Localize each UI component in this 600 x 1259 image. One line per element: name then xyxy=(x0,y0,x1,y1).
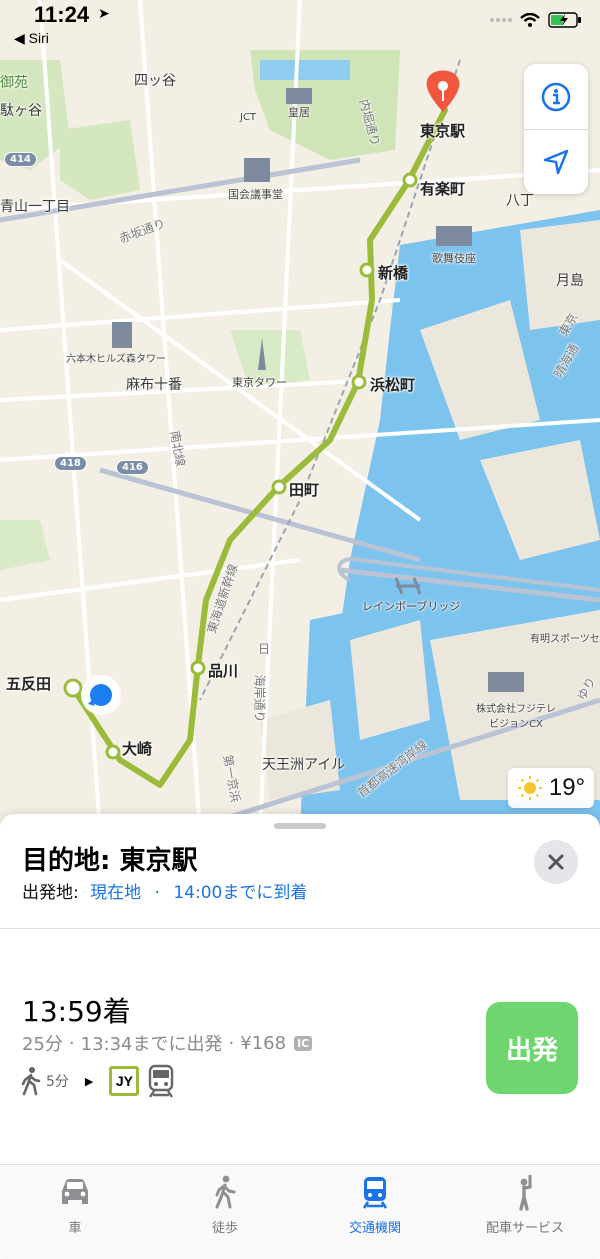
ic-card-badge: IC xyxy=(294,1035,313,1051)
place-label-imperial-palace: 皇居 xyxy=(288,106,310,119)
origin-value-link[interactable]: 現在地 xyxy=(90,883,141,903)
weather-temperature: 19° xyxy=(548,774,586,801)
destination-pin xyxy=(426,70,460,112)
walk-duration: 5分 xyxy=(46,1074,69,1090)
route-meta: 25分 · 13:34までに出発 · ¥168 IC xyxy=(22,1030,313,1056)
weather-badge: 19° xyxy=(508,768,594,808)
route-shield-418: 418 xyxy=(54,456,87,471)
status-bar: 11:24 ➤ ◀ Siri xyxy=(0,0,600,50)
route-depart: 13:34までに出発 xyxy=(80,1034,223,1055)
go-button[interactable]: 出発 xyxy=(486,1002,578,1094)
separator-dot: · xyxy=(228,1032,235,1054)
line-badge-jy: JY xyxy=(109,1066,140,1096)
tab-ride-icon-wrap xyxy=(450,1175,600,1211)
place-label-sendagaya: 駄ヶ谷 xyxy=(0,103,42,119)
tab-walk-label: 徒歩 xyxy=(211,1221,238,1236)
place-label-fuji-text: 株式会社フジテレ ビジョンCX xyxy=(476,704,556,730)
wifi-icon xyxy=(520,13,540,27)
destination-title: 目的地: 東京駅 xyxy=(22,846,198,876)
station-label-shinbashi[interactable]: 新橋 xyxy=(378,262,408,283)
sun-icon xyxy=(517,776,542,800)
status-icons xyxy=(490,12,582,28)
route-shield-416: 416 xyxy=(116,460,149,475)
sheet-grabber[interactable] xyxy=(274,823,326,829)
road-label-hiro: 日 xyxy=(258,642,271,656)
close-button[interactable] xyxy=(534,840,578,884)
current-location-dot xyxy=(81,675,121,715)
tab-walk-icon-wrap xyxy=(150,1175,300,1211)
station-label-yurakucho[interactable]: 有楽町 xyxy=(420,178,465,199)
place-label-azabu: 麻布十番 xyxy=(126,377,182,393)
train-icon xyxy=(149,1064,174,1098)
tab-car-label: 車 xyxy=(68,1221,82,1236)
status-time: 11:24 xyxy=(34,2,90,27)
origin-label: 出発地: xyxy=(22,883,79,903)
place-label-rainbow: レインボーブリッジ xyxy=(362,600,461,613)
arrive-by-link[interactable]: 14:00までに到着 xyxy=(173,883,307,903)
place-label-gyoen: 御苑 xyxy=(0,75,28,91)
place-label-yotsuya: 四ッ谷 xyxy=(134,73,176,89)
location-services-icon: ➤ xyxy=(98,6,110,22)
place-label-diet: 国会議事堂 xyxy=(228,188,283,201)
walk-icon xyxy=(215,1175,236,1209)
tab-walk[interactable]: 徒歩 xyxy=(150,1165,300,1259)
place-label-tennozu: 天王洲アイル xyxy=(262,757,346,773)
place-label-tsukishima: 月島 xyxy=(556,273,584,289)
station-label-tokyo[interactable]: 東京駅 xyxy=(420,120,465,141)
place-label-fuji: 株式会社フジテレ ビジョンCX xyxy=(476,700,556,730)
separator-dot: · xyxy=(154,883,160,903)
place-label-aoyama: 青山一丁目 xyxy=(0,199,70,215)
signal-icon xyxy=(490,18,512,22)
station-label-gotanda[interactable]: 五反田 xyxy=(6,673,51,694)
station-label-hamamatsucho[interactable]: 浜松町 xyxy=(370,374,415,395)
station-label-shinagawa[interactable]: 品川 xyxy=(208,660,238,681)
tab-ride-label: 配車サービス xyxy=(485,1221,564,1236)
place-label-ariake: 有明スポーツセ xyxy=(530,634,600,645)
battery-icon xyxy=(548,12,581,28)
tab-car-icon-wrap xyxy=(0,1175,150,1211)
sheet-divider xyxy=(0,928,600,929)
place-label-jct: JCT xyxy=(240,112,257,123)
tab-car[interactable]: 車 xyxy=(0,1165,150,1259)
place-label-kabukiza: 歌舞伎座 xyxy=(432,252,476,265)
close-icon xyxy=(548,854,564,870)
route-fare: ¥168 xyxy=(240,1032,287,1054)
place-label-hills: 六本木ヒルズ森タワー xyxy=(66,354,166,365)
map-controls xyxy=(524,64,588,194)
location-arrow-icon xyxy=(543,149,569,174)
info-icon xyxy=(541,82,571,111)
tab-transit[interactable]: 交通機関 xyxy=(300,1165,450,1259)
station-label-osaki[interactable]: 大崎 xyxy=(122,738,152,759)
info-button[interactable] xyxy=(524,64,588,129)
place-label-tower: 東京タワー xyxy=(232,376,287,389)
separator-dot: · xyxy=(68,1032,75,1054)
route-arrival-time: 13:59着 xyxy=(22,995,131,1028)
tab-transit-label: 交通機関 xyxy=(348,1221,401,1236)
ride-hail-icon xyxy=(519,1175,532,1211)
step-arrow-icon: ▶ xyxy=(84,1074,94,1088)
map-view[interactable]: 東京駅 有楽町 新橋 浜松町 田町 品川 大崎 五反田 皇居 国会議事堂 歌舞伎… xyxy=(0,0,600,830)
train-icon xyxy=(362,1177,388,1209)
tab-ride[interactable]: 配車サービス xyxy=(450,1165,600,1259)
origin-line: 出発地: 現在地 · 14:00までに到着 xyxy=(22,878,307,903)
route-shield-414: 414 xyxy=(4,152,37,167)
road-label-kaigan: 海岸通り xyxy=(252,674,267,723)
tab-bar: 車 徒歩 交通機関 配車サービス xyxy=(0,1164,600,1258)
station-label-tamachi[interactable]: 田町 xyxy=(289,479,319,500)
walk-icon xyxy=(21,1067,41,1096)
car-icon xyxy=(62,1179,88,1204)
location-button[interactable] xyxy=(524,129,588,194)
route-steps: 5分 ▶ JY xyxy=(20,1064,175,1098)
tab-transit-icon-wrap xyxy=(300,1175,450,1211)
back-to-siri-link[interactable]: ◀ Siri xyxy=(14,30,49,47)
route-duration: 25分 xyxy=(22,1034,63,1055)
